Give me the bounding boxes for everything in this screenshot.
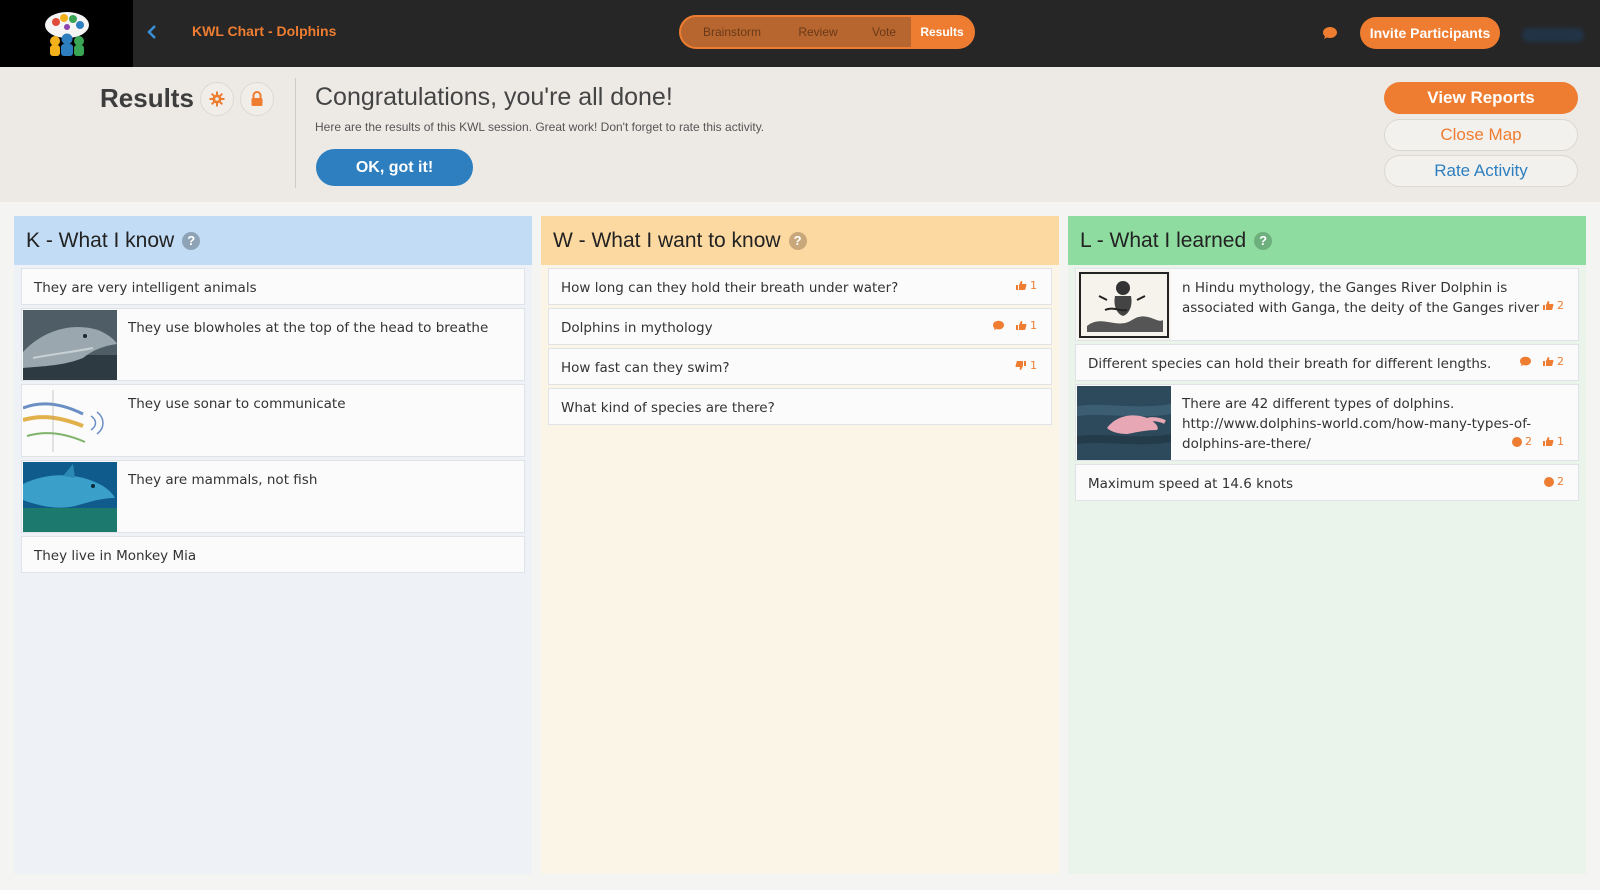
app-logo-icon [44,11,89,56]
congrats-heading: Congratulations, you're all done! [315,83,673,111]
lock-icon [251,91,263,106]
settings-button[interactable] [200,82,234,116]
card-text: They are very intelligent animals [34,280,257,296]
vote-number: 1 [1030,359,1037,372]
list-item[interactable]: They use sonar to communicate [21,384,525,457]
list-item[interactable]: How fast can they swim? 1 [548,348,1052,385]
column-w-header: W - What I want to know ? [541,216,1059,265]
dolphin-underwater-image [23,462,117,532]
card-text: How fast can they swim? [561,360,730,376]
list-item[interactable]: They live in Monkey Mia [21,536,525,573]
vote-number: 1 [1557,435,1564,448]
user-menu[interactable] [1522,28,1584,42]
card-text: How long can they hold their breath unde… [561,280,899,296]
page-title: Results [100,83,194,113]
column-k-header: K - What I know ? [14,216,532,265]
dot-icon [1512,436,1522,447]
card-text: They use blowholes at the top of the hea… [128,320,489,336]
list-item[interactable]: How long can they hold their breath unde… [548,268,1052,305]
column-w: W - What I want to know ? How long can t… [541,216,1059,874]
thumbs-up-icon [1016,321,1027,330]
list-item[interactable]: What kind of species are there? [548,388,1052,425]
comment-number: 2 [1557,475,1564,488]
lock-button[interactable] [240,82,274,116]
phase-stepper: Brainstorm Review Vote Results [679,15,975,49]
vote-number: 1 [1030,319,1037,332]
results-header [0,67,1600,202]
vote-count[interactable]: 1 [1015,279,1037,292]
vote-number: 1 [1030,279,1037,292]
list-item[interactable]: They are very intelligent animals [21,268,525,305]
chat-bubble-icon[interactable] [1322,25,1338,44]
list-item[interactable]: They are mammals, not fish [21,460,525,533]
comment-count[interactable]: 2 [1544,475,1564,488]
view-reports-button[interactable]: View Reports [1384,82,1578,114]
column-k: K - What I know ? They are very intellig… [14,216,532,874]
list-item[interactable]: Different species can hold their breath … [1075,344,1579,381]
column-l-title: L - What I learned [1080,228,1247,252]
comment-count[interactable]: 2 [1512,435,1532,448]
thumbs-up-icon [1543,301,1554,310]
ganga-deity-image [1077,270,1171,340]
step-results[interactable]: Results [911,17,973,47]
invite-participants-button[interactable]: Invite Participants [1360,17,1500,49]
vote-count[interactable]: 1 [1015,359,1037,372]
comment-icon[interactable] [1519,356,1532,367]
column-k-title: K - What I know [26,228,175,252]
help-icon[interactable]: ? [1254,231,1273,250]
step-brainstorm[interactable]: Brainstorm [681,17,779,47]
vote-count[interactable]: 1 [1542,435,1564,448]
help-icon[interactable]: ? [182,231,201,250]
comment-number: 2 [1525,435,1532,448]
comment-icon[interactable] [992,320,1005,331]
help-icon[interactable]: ? [788,231,807,250]
dot-icon [1544,476,1554,487]
list-item[interactable]: They use blowholes at the top of the hea… [21,308,525,381]
thumbs-up-icon [1543,437,1554,446]
map-title[interactable]: KWL Chart - Dolphins [192,23,336,39]
top-bar: KWL Chart - Dolphins Brainstorm Review V… [0,0,1600,67]
card-text: They use sonar to communicate [128,396,346,412]
card-text: Maximum speed at 14.6 knots [1088,476,1294,492]
card-text: They live in Monkey Mia [34,548,197,564]
step-review[interactable]: Review [779,17,857,47]
thumbs-up-icon [1016,281,1027,290]
close-map-button[interactable]: Close Map [1384,119,1578,151]
vote-number: 2 [1557,355,1564,368]
list-item[interactable]: Dolphins in mythology 1 [548,308,1052,345]
column-l: L - What I learned ? n Hindu mythology, … [1068,216,1586,874]
ok-got-it-button[interactable]: OK, got it! [316,149,473,186]
card-text: There are 42 different types of dolphins… [1182,396,1532,452]
app-logo[interactable] [0,0,133,67]
card-text: They are mammals, not fish [128,472,318,488]
vote-number: 2 [1557,299,1564,312]
list-item[interactable]: Maximum speed at 14.6 knots 2 [1075,464,1579,501]
pink-dolphin-image [1077,386,1171,460]
vote-count[interactable]: 2 [1542,299,1564,312]
sonar-diagram-image [23,386,117,456]
rate-activity-button[interactable]: Rate Activity [1384,155,1578,187]
card-text: Dolphins in mythology [561,320,713,336]
header-divider [295,78,296,188]
card-text: n Hindu mythology, the Ganges River Dolp… [1182,280,1540,316]
list-item[interactable]: n Hindu mythology, the Ganges River Dolp… [1075,268,1579,341]
vote-count[interactable]: 2 [1542,355,1564,368]
thumbs-up-icon [1543,357,1554,366]
back-chevron-icon[interactable] [146,22,166,44]
vote-count[interactable]: 1 [1015,319,1037,332]
congrats-subtext: Here are the results of this KWL session… [315,120,765,134]
step-vote[interactable]: Vote [857,17,911,47]
thumbs-down-icon [1015,361,1026,370]
card-text: What kind of species are there? [561,400,775,416]
column-l-header: L - What I learned ? [1068,216,1586,265]
gear-icon [209,91,225,107]
card-text: Different species can hold their breath … [1088,356,1492,372]
dolphin-head-image [23,310,117,380]
list-item[interactable]: There are 42 different types of dolphins… [1075,384,1579,461]
column-w-title: W - What I want to know [553,228,781,252]
